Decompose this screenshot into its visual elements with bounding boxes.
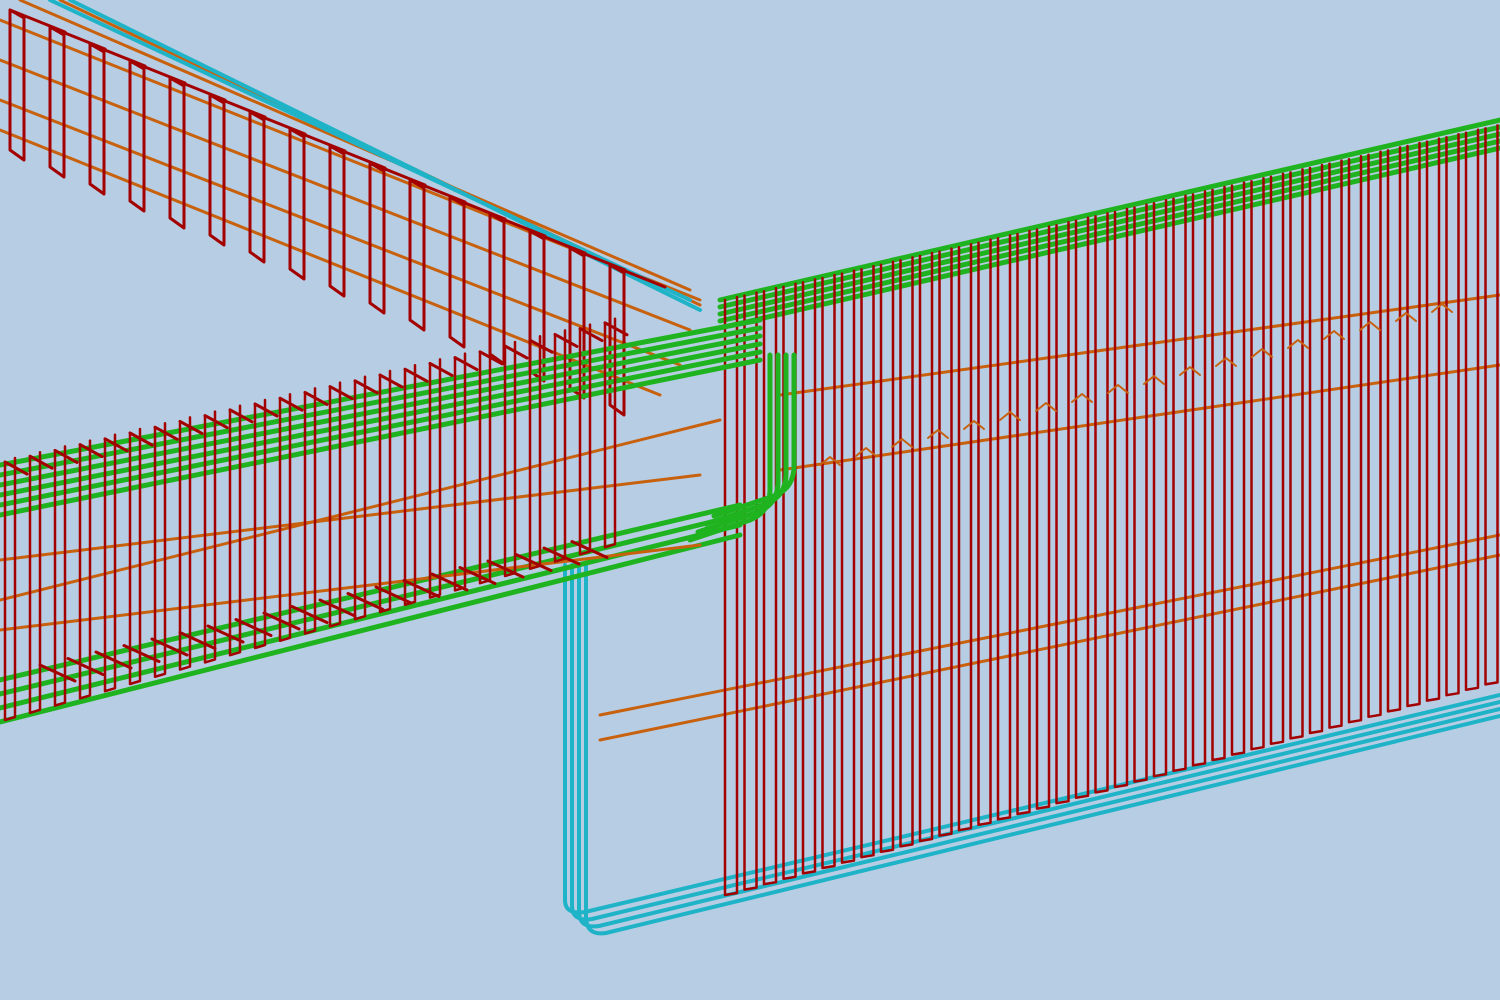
rebar-model-canvas[interactable] [0, 0, 1500, 1000]
3d-viewport[interactable] [0, 0, 1500, 1000]
